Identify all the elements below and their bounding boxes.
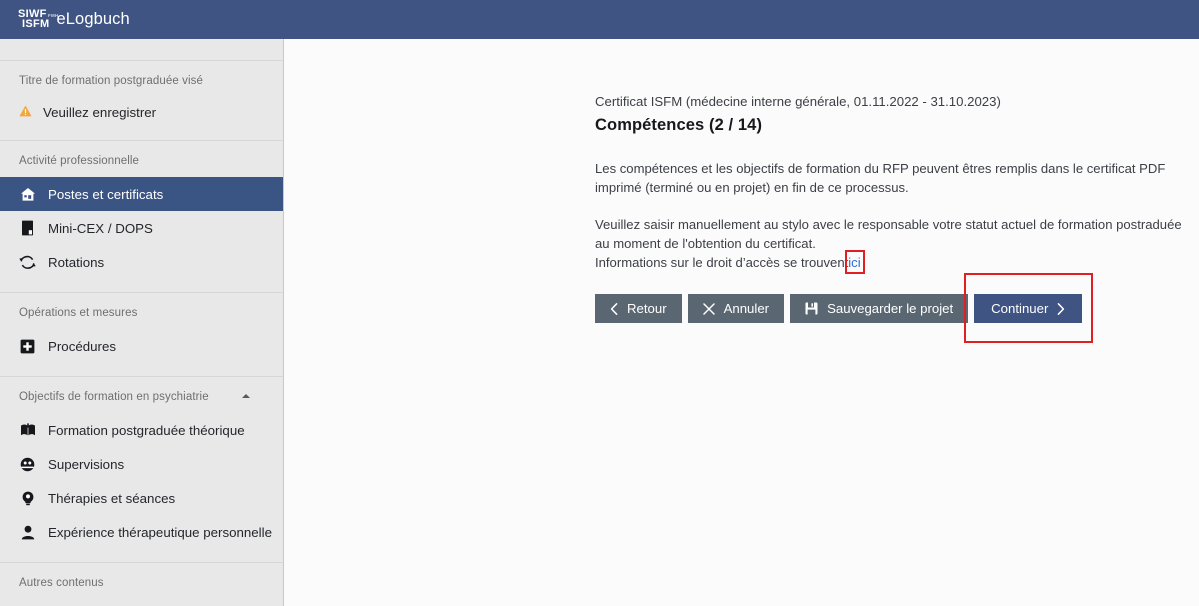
- ici-link[interactable]: ici: [848, 255, 860, 270]
- clipboard-icon: [19, 220, 36, 237]
- cancel-button-label: Annuler: [723, 301, 770, 316]
- sidebar-item-postes-et-certificats[interactable]: Postes et certificats: [0, 177, 283, 211]
- sidebar-item-experience-therapeutique-personnelle[interactable]: Expérience thérapeutique personnelle: [0, 515, 283, 549]
- sidebar: Titre de formation postgraduée visé Veui…: [0, 39, 284, 606]
- home-icon: [19, 186, 36, 203]
- back-button[interactable]: Retour: [595, 294, 682, 323]
- intro-paragraph-1: Les compétences et les objectifs de form…: [595, 161, 1166, 195]
- sidebar-item-procedures[interactable]: Procédures: [0, 329, 283, 363]
- save-disk-icon: [805, 302, 818, 315]
- continue-button-label: Continuer: [991, 301, 1049, 316]
- intro-paragraph-2-line-1: Veuillez saisir manuellement au stylo av…: [595, 217, 1182, 251]
- sidebar-group-label-titre: Titre de formation postgraduée visé: [19, 75, 203, 87]
- siwf-isfm-logo-icon: SIWF ISFM FMH: [18, 9, 58, 30]
- cancel-button[interactable]: Annuler: [687, 294, 785, 323]
- sidebar-item-label: Expérience thérapeutique personnelle: [48, 524, 272, 540]
- access-right-text: Informations sur le droit d’accès se tro…: [595, 255, 849, 270]
- app-body: Titre de formation postgraduée visé Veui…: [0, 39, 1199, 606]
- sidebar-item-label: Rotations: [48, 254, 105, 270]
- person-icon: [19, 524, 36, 541]
- sidebar-item-label: Formation postgraduée théorique: [48, 422, 245, 438]
- sidebar-item-mini-cex-dops[interactable]: Mini-CEX / DOPS: [0, 211, 283, 245]
- sidebar-item-rotations[interactable]: Rotations: [0, 245, 283, 279]
- brand-logo[interactable]: SIWF ISFM FMH eLogbuch: [18, 9, 130, 30]
- sidebar-item-label: Postes et certificats: [48, 186, 164, 202]
- breadcrumb: Certificat ISFM (médecine interne généra…: [595, 94, 1001, 109]
- therapy-head-icon: [19, 490, 36, 507]
- continue-button[interactable]: Continuer: [974, 294, 1083, 323]
- save-draft-button-label: Sauvegarder le projet: [827, 301, 954, 316]
- app-root: SIWF ISFM FMH eLogbuch Titre de formatio…: [0, 0, 1199, 606]
- action-button-row: Retour Annuler Sauvegarder le projet Con…: [595, 273, 1199, 343]
- sidebar-item-label: Procédures: [48, 338, 116, 354]
- continue-button-highlight: Continuer: [964, 273, 1094, 343]
- app-header: SIWF ISFM FMH eLogbuch: [0, 0, 1199, 39]
- app-name: eLogbuch: [56, 10, 130, 28]
- chevron-up-icon[interactable]: [242, 394, 250, 398]
- sidebar-item-label: Mini-CEX / DOPS: [48, 220, 153, 236]
- sidebar-group-label-autres-contenus: Autres contenus: [19, 577, 104, 589]
- sync-icon: [19, 254, 36, 271]
- sidebar-top-spacer: [0, 39, 283, 61]
- logo-superscript: FMH: [48, 13, 59, 18]
- sidebar-item-therapies-et-seances[interactable]: Thérapies et séances: [0, 481, 283, 515]
- chevron-right-icon: [1057, 302, 1065, 315]
- sidebar-group-label-psychiatrie: Objectifs de formation en psychiatrie: [19, 391, 209, 403]
- sidebar-item-label: Thérapies et séances: [48, 490, 176, 506]
- sidebar-group-header-psychiatrie[interactable]: Objectifs de formation en psychiatrie: [0, 377, 283, 413]
- book-icon: [19, 422, 36, 439]
- sidebar-warning-label: Veuillez enregistrer: [43, 104, 157, 120]
- page-title: Compétences (2 / 14): [595, 116, 763, 134]
- plus-square-icon: [19, 338, 36, 355]
- warning-triangle-icon: [19, 105, 32, 120]
- supervision-icon: [19, 456, 36, 473]
- main-content: Certificat ISFM (médecine interne généra…: [284, 39, 1199, 606]
- logo-line-2: ISFM: [22, 17, 50, 30]
- save-draft-button[interactable]: Sauvegarder le projet: [790, 294, 969, 323]
- sidebar-group-label-operations: Opérations et mesures: [19, 307, 138, 319]
- sidebar-group-label-activite: Activité professionnelle: [19, 155, 140, 167]
- sidebar-warning-veuillez-enregistrer[interactable]: Veuillez enregistrer: [0, 97, 283, 127]
- sidebar-item-supervisions[interactable]: Supervisions: [0, 447, 283, 481]
- intro-paragraph-2: Veuillez saisir manuellement au stylo av…: [595, 215, 1199, 274]
- intro-paragraph-2-line-2: Informations sur le droit d’accès se tro…: [595, 250, 1199, 274]
- ici-link-highlight: ici: [845, 250, 866, 274]
- close-x-icon: [702, 302, 715, 315]
- chevron-left-icon: [610, 302, 618, 315]
- sidebar-item-formation-postgraduee-theorique[interactable]: Formation postgraduée théorique: [0, 413, 283, 447]
- sidebar-item-label: Supervisions: [48, 456, 125, 472]
- back-button-label: Retour: [627, 301, 667, 316]
